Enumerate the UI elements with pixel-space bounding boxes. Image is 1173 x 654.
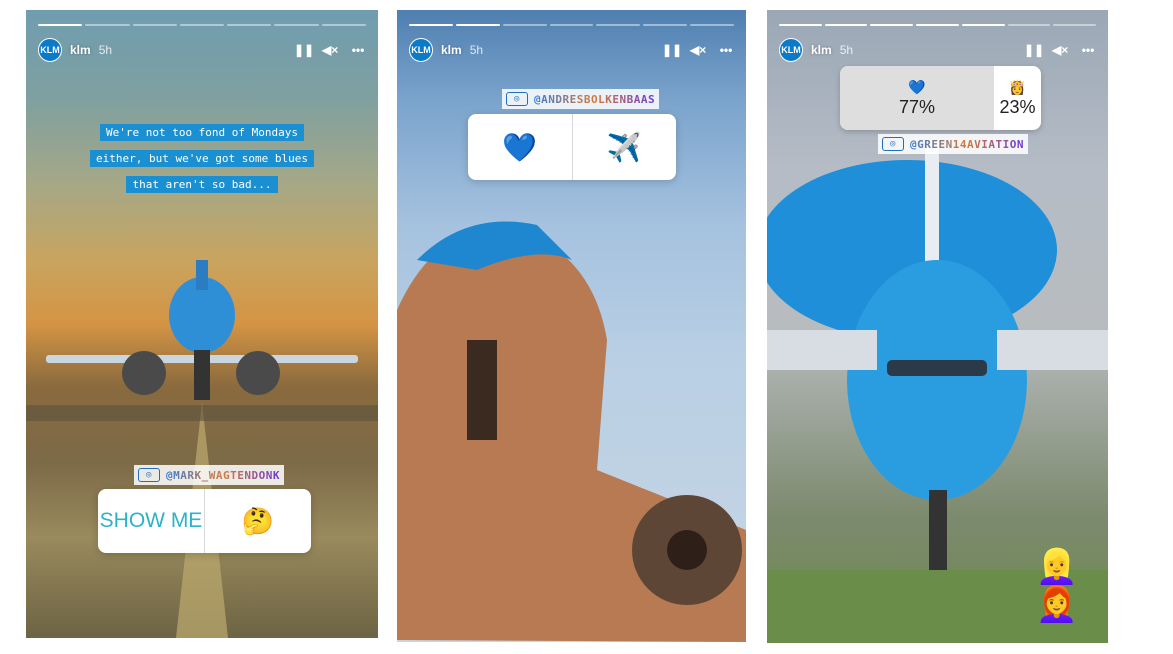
story-progress-segment xyxy=(824,24,868,26)
more-options-icon[interactable]: ••• xyxy=(350,43,366,57)
story-header: KLM klm 5h ❚❚ ◀× ••• xyxy=(409,38,734,62)
mute-icon[interactable]: ◀× xyxy=(322,43,338,57)
poll-option-blue-heart[interactable]: 💙 xyxy=(468,114,572,180)
story-progress-bars xyxy=(409,24,735,26)
pause-icon[interactable]: ❚❚ xyxy=(294,43,314,57)
post-time: 5h xyxy=(839,43,854,57)
caption-line: either, but we've got some blues xyxy=(90,150,314,167)
story-progress-segment xyxy=(227,24,272,26)
more-options-icon[interactable]: ••• xyxy=(1080,43,1096,57)
story-progress-segment xyxy=(690,24,735,26)
story-progress-segment xyxy=(549,24,594,26)
story-progress-bars xyxy=(38,24,366,26)
story-progress-segment xyxy=(38,24,83,26)
klm-avatar[interactable]: KLM xyxy=(779,38,803,62)
caption-line: that aren't so bad... xyxy=(126,176,278,193)
photo-credit-tag[interactable]: ◎ @GREEN14AVIATION xyxy=(878,134,1028,154)
story-progress-segment xyxy=(321,24,366,26)
photo-credit-handle: @GREEN14AVIATION xyxy=(910,137,1024,151)
klm-avatar[interactable]: KLM xyxy=(38,38,62,62)
photo-credit-tag[interactable]: ◎ @ANDRESBOLKENBAAS xyxy=(502,89,660,109)
story-progress-segment xyxy=(870,24,914,26)
story-progress-segment xyxy=(132,24,177,26)
poll-result-option-1[interactable]: 💙 77% xyxy=(840,66,994,130)
photo-credit-tag[interactable]: ◎ @MARK_WAGTENDONK xyxy=(134,465,284,485)
story-progress-segment xyxy=(409,24,453,26)
emoji-sticker: 👱‍♀️👩‍🦰 xyxy=(1035,548,1079,624)
story-progress-segment xyxy=(455,24,500,26)
story-progress-segment xyxy=(779,24,822,26)
post-time: 5h xyxy=(469,43,484,57)
story-progress-segment xyxy=(961,24,1005,26)
story-card-3[interactable]: KLM klm 5h ❚❚ ◀× ••• 💙 77% 👸 23% ◎ @GREE… xyxy=(767,10,1108,643)
camera-icon: ◎ xyxy=(506,92,528,106)
story-header: KLM klm 5h ❚❚ ◀× ••• xyxy=(779,38,1096,62)
caption-line: We're not too fond of Mondays xyxy=(99,124,305,141)
poll-sticker: 💙 ✈️ xyxy=(468,114,676,180)
blue-heart-icon: 💙 xyxy=(908,78,926,95)
post-time: 5h xyxy=(98,43,113,57)
poll-option-airplane[interactable]: ✈️ xyxy=(571,114,677,180)
pause-icon[interactable]: ❚❚ xyxy=(1024,43,1044,57)
mute-icon[interactable]: ◀× xyxy=(1052,43,1068,57)
mute-icon[interactable]: ◀× xyxy=(690,43,706,57)
account-name[interactable]: klm xyxy=(70,43,91,57)
poll-result-percent: 77% xyxy=(898,96,936,117)
story-progress-segment xyxy=(643,24,688,26)
story-caption: We're not too fond of Mondays either, bu… xyxy=(70,120,334,198)
poll-result-percent: 23% xyxy=(999,96,1036,117)
photo-credit-handle: @ANDRESBOLKENBAAS xyxy=(534,92,656,106)
story-header: KLM klm 5h ❚❚ ◀× ••• xyxy=(38,38,366,62)
poll-results: 💙 77% 👸 23% xyxy=(840,66,1041,130)
camera-icon: ◎ xyxy=(138,468,160,482)
story-progress-bars xyxy=(779,24,1097,26)
poll-option-show-me[interactable]: SHOW ME xyxy=(98,489,204,553)
account-name[interactable]: klm xyxy=(811,43,832,57)
story-card-1[interactable]: KLM klm 5h ❚❚ ◀× ••• We're not too fond … xyxy=(26,10,378,638)
story-progress-segment xyxy=(179,24,225,26)
story-progress-segment xyxy=(274,24,319,26)
more-options-icon[interactable]: ••• xyxy=(718,43,734,57)
story-progress-segment xyxy=(1053,24,1097,26)
camera-icon: ◎ xyxy=(882,137,904,151)
princess-icon: 👸 xyxy=(1008,78,1027,95)
story-progress-segment xyxy=(502,24,547,26)
poll-sticker: SHOW ME 🤔 xyxy=(98,489,311,553)
poll-result-option-2[interactable]: 👸 23% xyxy=(994,66,1041,130)
poll-option-thinking-emoji[interactable]: 🤔 xyxy=(204,489,311,553)
story-card-2[interactable]: KLM klm 5h ❚❚ ◀× ••• ◎ @ANDRESBOLKENBAAS… xyxy=(397,10,746,642)
photo-credit-handle: @MARK_WAGTENDONK xyxy=(166,468,280,482)
story-progress-segment xyxy=(596,24,641,26)
klm-avatar[interactable]: KLM xyxy=(409,38,433,62)
story-progress-segment xyxy=(1007,24,1051,26)
pause-icon[interactable]: ❚❚ xyxy=(662,43,682,57)
story-progress-segment xyxy=(916,24,959,26)
story-progress-segment xyxy=(85,24,130,26)
account-name[interactable]: klm xyxy=(441,43,462,57)
